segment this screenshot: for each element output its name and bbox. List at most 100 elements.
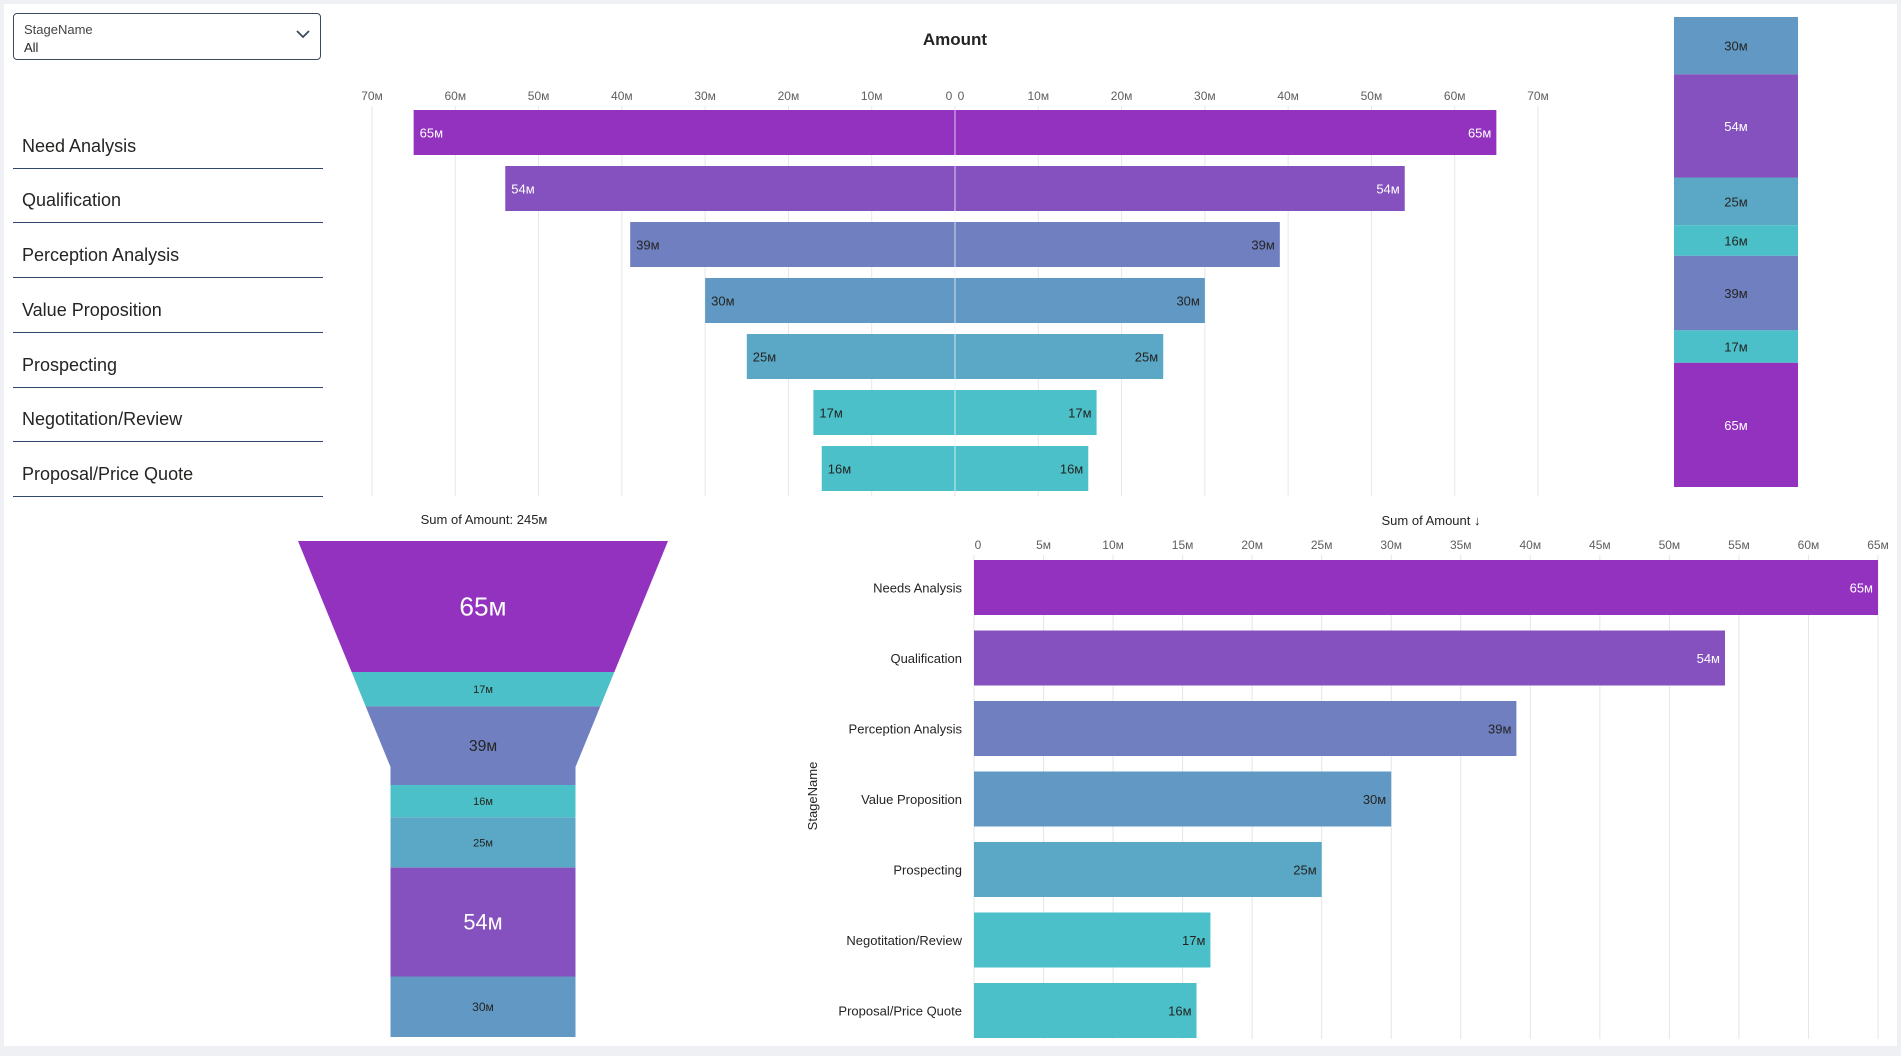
data-label: 17м bbox=[819, 406, 842, 421]
slicer-item-label: Perception Analysis bbox=[22, 245, 180, 266]
bar bbox=[974, 842, 1322, 897]
data-label: 54м bbox=[1376, 182, 1399, 197]
data-label: 16м bbox=[1060, 462, 1083, 477]
data-label: 65м bbox=[1850, 581, 1873, 596]
data-label: 25м bbox=[1135, 350, 1158, 365]
data-label: 30м bbox=[1363, 792, 1386, 807]
bar-left bbox=[630, 222, 955, 267]
slicer-item-prospecting[interactable]: Prospecting bbox=[13, 334, 323, 388]
slicer-selected-value: All bbox=[24, 40, 39, 55]
data-label: 65м bbox=[420, 126, 443, 141]
segment-label: 30м bbox=[1724, 39, 1747, 54]
bar-right bbox=[955, 334, 1164, 379]
y-tick-label: Value Proposition bbox=[861, 792, 962, 807]
slicer-item-value-proposition[interactable]: Value Proposition bbox=[13, 279, 323, 333]
funnel-title: Sum of Amount: 245м bbox=[421, 512, 548, 527]
x-tick-label: 60м bbox=[1444, 89, 1466, 103]
segment-label: 65м bbox=[1724, 418, 1747, 433]
x-tick-label: 70м bbox=[361, 89, 383, 103]
data-label: 54м bbox=[1697, 651, 1720, 666]
funnel-label: 16м bbox=[473, 796, 493, 808]
funnel-label: 39м bbox=[469, 738, 497, 755]
x-tick-label: 0 bbox=[975, 538, 982, 552]
x-tick-label: 30м bbox=[694, 89, 716, 103]
y-tick-label: Needs Analysis bbox=[873, 581, 962, 596]
stacked-column-chart[interactable]: 30м 54м 25м 16м 39м 17м 65м bbox=[1674, 17, 1804, 492]
y-tick-label: Prospecting bbox=[893, 863, 962, 878]
data-label: 16м bbox=[1168, 1004, 1191, 1019]
x-tick-label: 20м bbox=[1111, 89, 1133, 103]
bar-left bbox=[413, 110, 956, 155]
bar bbox=[974, 771, 1392, 827]
chart-title: Amount bbox=[923, 30, 988, 49]
funnel-label: 17м bbox=[473, 684, 493, 696]
bar bbox=[974, 912, 1211, 968]
x-tick-label: 10м bbox=[1102, 538, 1124, 552]
bar bbox=[974, 701, 1517, 756]
segment-label: 25м bbox=[1724, 194, 1747, 209]
slicer-item-label: Negotitation/Review bbox=[22, 409, 183, 430]
hbar-title: Sum of Amount ↓ bbox=[1382, 513, 1481, 528]
data-label: 65м bbox=[1468, 126, 1491, 141]
data-label: 25м bbox=[753, 350, 776, 365]
x-tick-label: 50м bbox=[1659, 538, 1681, 552]
data-label: 25м bbox=[1293, 863, 1316, 878]
slicer-item-label: Prospecting bbox=[22, 354, 118, 375]
bar-right bbox=[955, 278, 1205, 323]
bar-left bbox=[746, 334, 955, 379]
slicer-item-proposal-price-quote[interactable]: Proposal/Price Quote bbox=[13, 444, 323, 498]
x-tick-label: 50м bbox=[1361, 89, 1383, 103]
slicer-item-perception-analysis[interactable]: Perception Analysis bbox=[13, 225, 323, 279]
bar bbox=[974, 983, 1197, 1038]
x-tick-label: 60м bbox=[444, 89, 466, 103]
x-tick-label: 55м bbox=[1728, 538, 1750, 552]
segment-label: 54м bbox=[1724, 119, 1747, 134]
funnel-label: 65м bbox=[459, 592, 506, 622]
funnel-chart[interactable]: Sum of Amount: 245м 65м 17м 39м 16м 25м 54м 30м bbox=[284, 504, 684, 1039]
data-label: 39м bbox=[636, 238, 659, 253]
slicer-title: StageName bbox=[24, 22, 93, 37]
stage-slicer-dropdown[interactable]: StageName All bbox=[13, 13, 321, 60]
segment-label: 16м bbox=[1724, 234, 1747, 249]
funnel-label: 30м bbox=[472, 1000, 494, 1014]
y-tick-label: Proposal/Price Quote bbox=[838, 1004, 962, 1019]
data-label: 39м bbox=[1488, 722, 1511, 737]
x-tick-label: 5м bbox=[1036, 538, 1051, 552]
slicer-item-label: Need Analysis bbox=[22, 135, 137, 156]
x-tick-label: 25м bbox=[1311, 538, 1333, 552]
x-tick-label: 40м bbox=[1277, 89, 1299, 103]
x-tick-label: 30м bbox=[1380, 538, 1402, 552]
x-tick-label: 50м bbox=[528, 89, 550, 103]
x-tick-label: 40м bbox=[611, 89, 633, 103]
x-tick-label: 40м bbox=[1520, 538, 1542, 552]
x-tick-label: 20м bbox=[1241, 538, 1263, 552]
bar-left bbox=[505, 166, 955, 211]
x-tick-label: 10м bbox=[1027, 89, 1049, 103]
x-tick-label: 0 bbox=[946, 89, 953, 103]
x-tick-label: 10м bbox=[861, 89, 883, 103]
data-label: 30м bbox=[711, 294, 734, 309]
slicer-item-need-analysis[interactable]: Need Analysis bbox=[13, 115, 323, 169]
report-canvas: StageName All Need Analysis Qualificatio… bbox=[4, 4, 1897, 1046]
y-tick-label: Negotitation/Review bbox=[846, 933, 962, 948]
stage-slicer-list: Need Analysis Qualification Perception A… bbox=[13, 115, 323, 499]
slicer-item-qualification[interactable]: Qualification bbox=[13, 170, 323, 224]
butterfly-bar-chart[interactable]: Amount 70м 70м 60м 60м 50м 50м 40м 40м 30м 30м 20м 2… bbox=[324, 14, 1584, 504]
bar-left bbox=[705, 278, 955, 323]
data-label: 17м bbox=[1182, 933, 1205, 948]
bar-right bbox=[955, 166, 1405, 211]
data-label: 54м bbox=[511, 182, 534, 197]
funnel-label: 25м bbox=[473, 837, 493, 849]
y-tick-label: Qualification bbox=[890, 651, 962, 666]
bar bbox=[974, 560, 1878, 615]
horizontal-bar-chart[interactable]: Sum of Amount ↓ 0 5м 10м 15м 20м 25м 30м 35м 40м 4… bbox=[799, 504, 1897, 1039]
funnel-label: 54м bbox=[463, 910, 502, 935]
x-tick-label: 45м bbox=[1589, 538, 1611, 552]
bar bbox=[974, 630, 1726, 686]
bar-right bbox=[955, 110, 1497, 155]
data-label: 30м bbox=[1176, 294, 1199, 309]
chevron-down-icon[interactable] bbox=[295, 26, 311, 42]
x-tick-label: 60м bbox=[1798, 538, 1820, 552]
slicer-item-negotiation-review[interactable]: Negotitation/Review bbox=[13, 389, 323, 443]
y-tick-label: Perception Analysis bbox=[849, 722, 963, 737]
